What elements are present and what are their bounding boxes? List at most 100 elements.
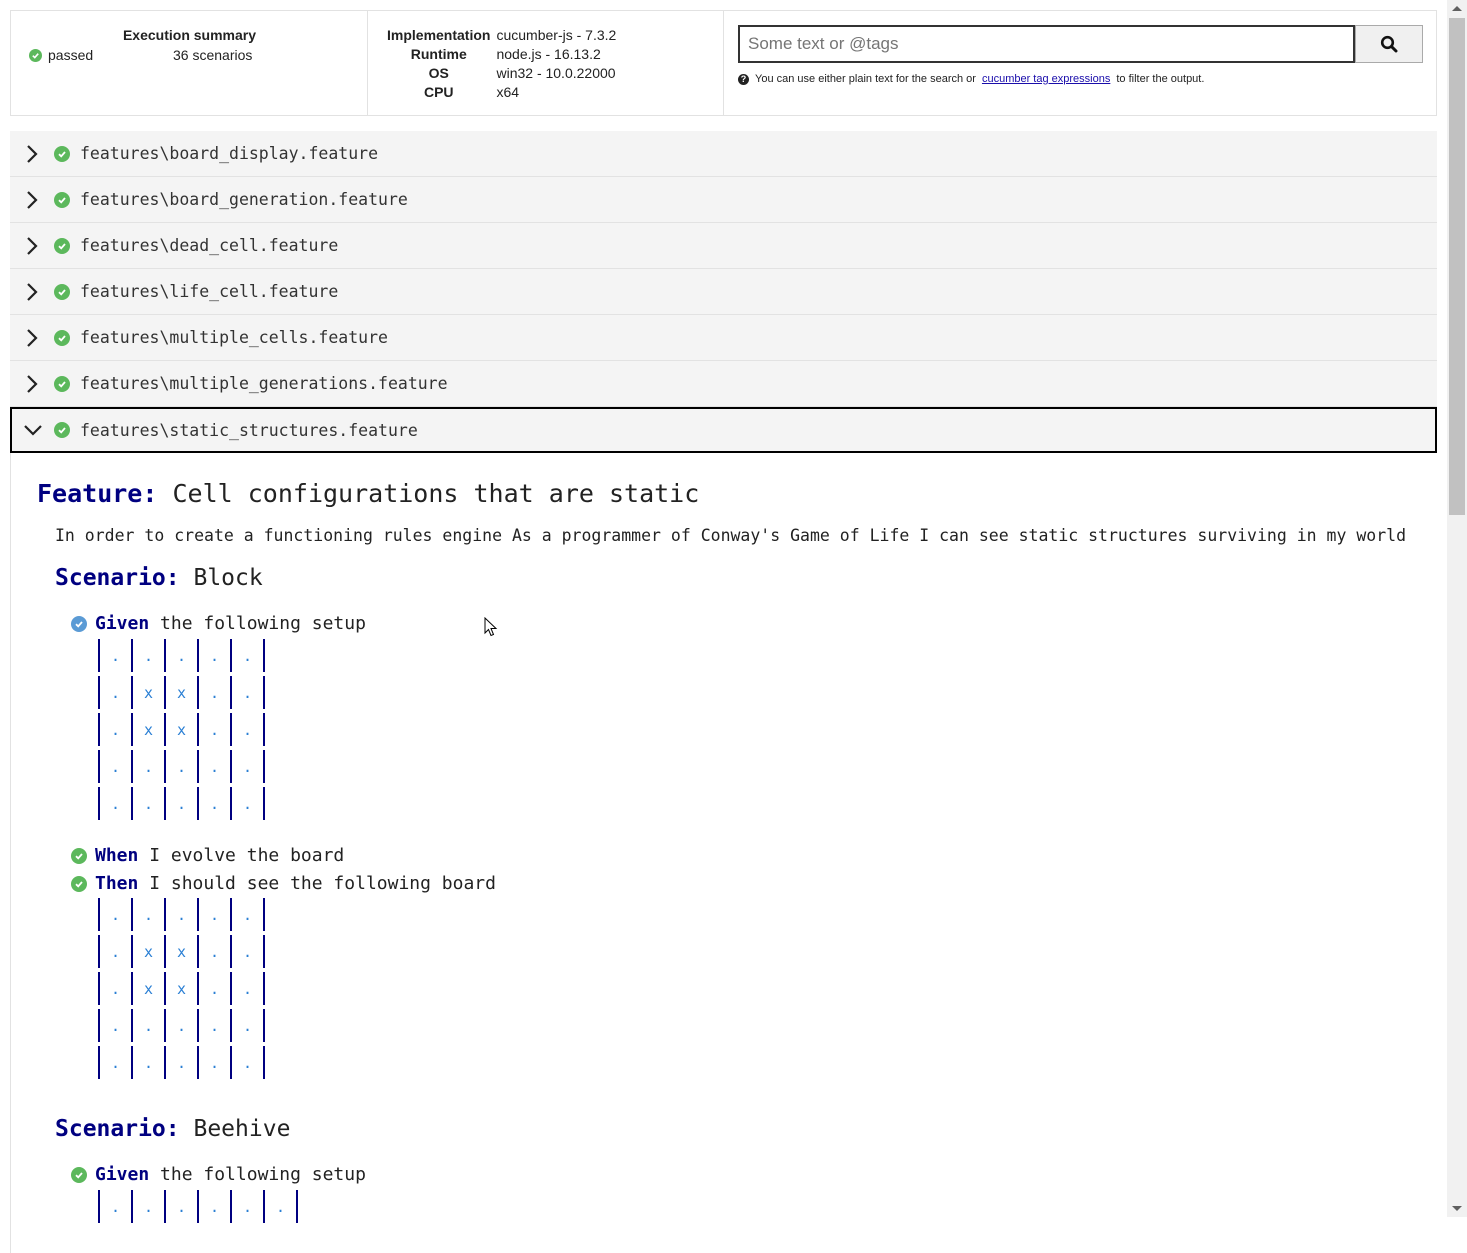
search-button[interactable] <box>1355 25 1423 63</box>
table-row: .xx.. <box>98 968 265 1009</box>
table-row: ..... <box>98 1005 265 1046</box>
tag-expressions-link[interactable]: cucumber tag expressions <box>982 73 1110 85</box>
table-cell: . <box>131 1005 166 1046</box>
table-cell: . <box>230 968 265 1009</box>
feature-name: features\life_cell.feature <box>80 282 339 301</box>
table-row: ..... <box>98 746 265 787</box>
search-input[interactable] <box>738 25 1355 63</box>
summary-title: Execution summary <box>122 27 257 43</box>
scenario-keyword: Scenario: <box>55 1116 180 1142</box>
passed-icon <box>71 615 87 632</box>
passed-icon <box>71 847 87 864</box>
feature-item[interactable]: features\multiple_cells.feature <box>10 315 1437 361</box>
table-row: ..... <box>98 783 265 824</box>
scenario-heading: Scenario: Block <box>55 565 263 591</box>
passed-icon <box>54 145 70 162</box>
scenario-step: When I evolve the board <box>71 845 344 866</box>
passed-icon <box>29 48 42 62</box>
table-cell: . <box>230 635 265 676</box>
feature-name: features\board_display.feature <box>80 144 379 163</box>
step-keyword: Then <box>95 873 139 894</box>
search-icon <box>1380 35 1398 53</box>
feature-title: Cell configurations that are static <box>172 479 700 508</box>
table-cell: x <box>164 709 199 750</box>
feature-item[interactable]: features\board_display.feature <box>10 131 1437 177</box>
passed-icon <box>54 283 70 300</box>
setup-table: ......xx...xx............ <box>98 635 265 824</box>
table-cell: . <box>164 894 199 935</box>
feature-item[interactable]: features\life_cell.feature <box>10 269 1437 315</box>
feature-name: features\static_structures.feature <box>80 420 418 440</box>
summary-scenario-count: 36 scenarios <box>173 47 253 63</box>
table-cell: x <box>164 968 199 1009</box>
table-row: .xx.. <box>98 672 265 713</box>
environment-table: Implementation cucumber-js - 7.3.2 Runtim… <box>384 26 619 102</box>
table-cell: . <box>197 783 232 824</box>
chevron-right-icon <box>10 282 54 302</box>
feature-item[interactable]: features\board_generation.feature <box>10 177 1437 223</box>
scenario-title: Beehive <box>193 1116 291 1142</box>
table-cell: . <box>230 672 265 713</box>
env-row: OS win32 - 10.0.22000 <box>428 65 616 81</box>
table-cell: . <box>98 672 133 713</box>
passed-icon <box>54 375 70 392</box>
scrollbar-thumb[interactable] <box>1449 18 1465 515</box>
chevron-right-icon <box>10 144 54 164</box>
scenario-step: Given the following setup <box>71 613 366 634</box>
passed-icon <box>71 875 87 892</box>
help-text-after: to filter the output. <box>1116 73 1205 85</box>
table-cell: . <box>98 968 133 1009</box>
table-cell: . <box>230 746 265 787</box>
chevron-down-icon <box>12 424 54 436</box>
env-row: CPU x64 <box>423 84 520 100</box>
table-cell: . <box>164 1042 199 1083</box>
table-row: ...... <box>98 1186 298 1227</box>
table-cell: . <box>131 1042 166 1083</box>
table-cell: . <box>164 746 199 787</box>
step-text: I evolve the board <box>149 845 345 866</box>
table-cell: . <box>131 746 166 787</box>
report-page: Execution summary passed 36 scenarios Im… <box>10 10 1437 1253</box>
table-cell: . <box>197 635 232 676</box>
table-cell: . <box>164 1005 199 1046</box>
feature-keyword: Feature: <box>37 479 158 508</box>
search-panel: ? You can use either plain text for the … <box>724 11 1436 115</box>
table-cell: x <box>164 931 199 972</box>
table-cell: . <box>230 931 265 972</box>
table-cell: x <box>164 672 199 713</box>
scenario-step: Given the following setup <box>71 1164 366 1185</box>
passed-icon <box>71 1166 87 1183</box>
table-cell: . <box>98 709 133 750</box>
table-cell: . <box>164 635 199 676</box>
passed-icon <box>54 191 70 208</box>
summary-status: passed <box>29 47 93 63</box>
feature-item[interactable]: features\multiple_generations.feature <box>10 361 1437 407</box>
scroll-down-icon[interactable] <box>1452 1206 1462 1211</box>
feature-name: features\dead_cell.feature <box>80 236 339 255</box>
table-cell: . <box>197 709 232 750</box>
scroll-up-icon[interactable] <box>1452 6 1462 11</box>
table-cell: . <box>131 894 166 935</box>
step-keyword: When <box>95 845 139 866</box>
feature-item-expanded[interactable]: features\static_structures.feature <box>10 407 1437 453</box>
table-cell: . <box>197 1042 232 1083</box>
feature-item[interactable]: features\dead_cell.feature <box>10 223 1437 269</box>
table-cell: x <box>131 709 166 750</box>
table-cell: . <box>98 783 133 824</box>
table-cell: . <box>197 746 232 787</box>
table-cell: . <box>197 1186 232 1227</box>
feature-name: features\multiple_generations.feature <box>80 374 448 393</box>
feature-list: features\board_display.feature features\… <box>10 131 1437 453</box>
table-cell: . <box>98 746 133 787</box>
chevron-right-icon <box>10 236 54 256</box>
table-cell: . <box>197 894 232 935</box>
result-table: ......xx...xx............ <box>98 894 265 1083</box>
scenario-keyword: Scenario: <box>55 565 180 591</box>
chevron-right-icon <box>10 374 54 394</box>
chevron-right-icon <box>10 190 54 210</box>
table-cell: . <box>230 709 265 750</box>
page-scrollbar[interactable] <box>1447 0 1467 1217</box>
feature-name: features\board_generation.feature <box>80 190 408 209</box>
step-text: the following setup <box>160 613 366 634</box>
report-header: Execution summary passed 36 scenarios Im… <box>10 10 1437 116</box>
